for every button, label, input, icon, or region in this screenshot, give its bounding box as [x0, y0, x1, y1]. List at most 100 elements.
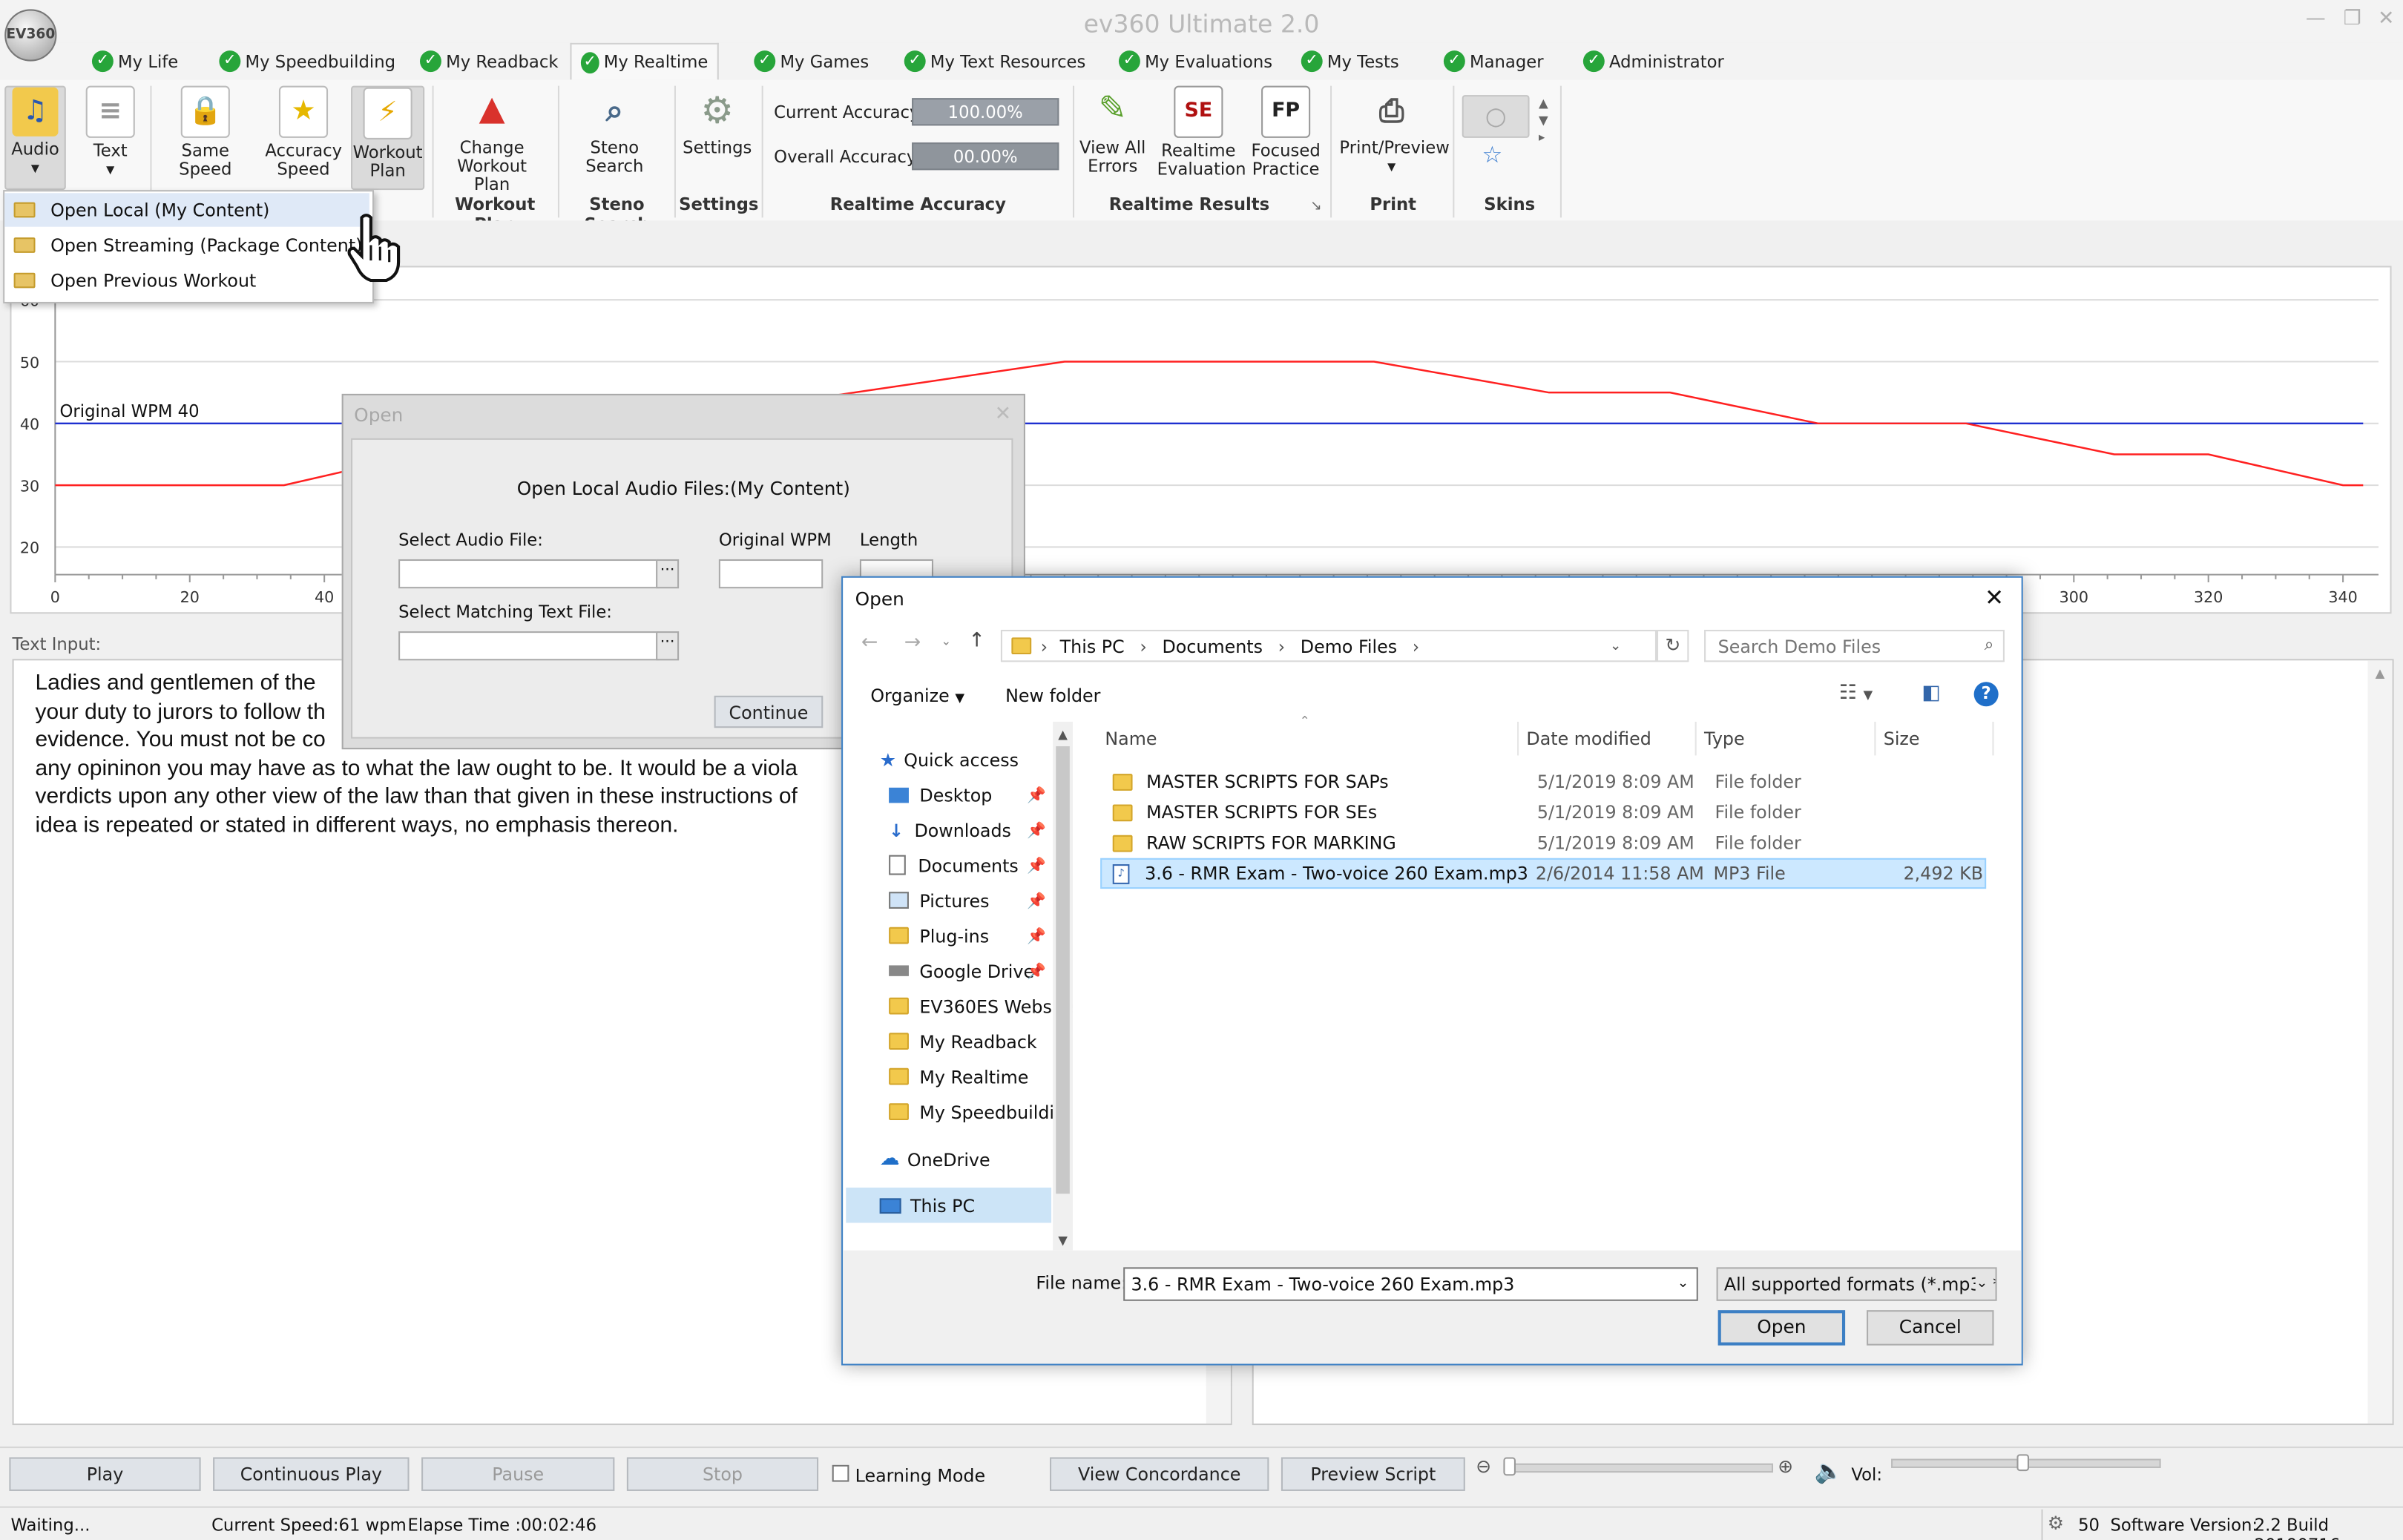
tab-manager[interactable]: ✓ Manager: [1443, 45, 1544, 78]
file-name-input[interactable]: 3.6 - RMR Exam - Two-voice 260 Exam.mp3 …: [1123, 1267, 1698, 1301]
address-bar[interactable]: › This PC › Documents › Demo Files › ⌄: [1000, 630, 1657, 662]
breadcrumb-documents[interactable]: Documents: [1163, 635, 1263, 657]
preview-script-button[interactable]: Preview Script: [1281, 1457, 1465, 1491]
pause-button[interactable]: Pause: [421, 1457, 615, 1491]
dialog-close-button[interactable]: ✕: [995, 403, 1012, 426]
tab-my-tests[interactable]: ✓ My Tests: [1301, 45, 1399, 78]
nav-ev360es-website[interactable]: EV360ES Website: [889, 988, 1073, 1024]
file-row[interactable]: MASTER SCRIPTS FOR SEs 5/1/2019 8:09 AM …: [1100, 797, 1986, 827]
column-size[interactable]: Size: [1884, 728, 1920, 749]
column-divider[interactable]: [1694, 721, 1697, 756]
dialog-launcher-icon[interactable]: ↘: [1310, 200, 1322, 215]
cancel-button[interactable]: Cancel: [1867, 1310, 1994, 1346]
address-dropdown-icon[interactable]: ⌄: [1610, 638, 1622, 654]
nav-onedrive[interactable]: ☁ OneDrive: [880, 1142, 990, 1177]
focused-practice-button[interactable]: FP Focused Practice: [1247, 85, 1324, 180]
column-divider[interactable]: [1517, 721, 1519, 756]
open-button[interactable]: Open: [1717, 1310, 1846, 1346]
output-scrollbar[interactable]: ▲: [2367, 660, 2393, 1424]
nav-scroll-thumb[interactable]: [1056, 746, 1070, 1194]
column-date[interactable]: Date modified: [1526, 728, 1651, 749]
forward-arrow-icon[interactable]: →: [904, 631, 921, 654]
continuous-play-button[interactable]: Continuous Play: [213, 1457, 410, 1491]
speed-slider-track[interactable]: [1503, 1463, 1774, 1473]
nav-scrollbar[interactable]: ▲ ▼: [1053, 721, 1073, 1251]
speaker-icon[interactable]: 🔈: [1815, 1457, 1844, 1484]
tab-my-readback[interactable]: ✓ My Readback: [420, 45, 558, 78]
app-logo[interactable]: EV360: [4, 9, 57, 62]
menu-item-open-local[interactable]: Open Local (My Content): [4, 193, 369, 227]
breadcrumb-demo-files[interactable]: Demo Files: [1301, 635, 1397, 657]
menu-item-open-streaming[interactable]: Open Streaming (Package Content): [4, 228, 369, 262]
tab-my-life[interactable]: ✓ My Life: [91, 45, 178, 78]
new-folder-button[interactable]: New folder: [1005, 685, 1100, 706]
search-input[interactable]: [1715, 634, 1974, 659]
search-box[interactable]: ⌕: [1704, 630, 2005, 662]
accuracy-speed-button[interactable]: ★ Accuracy Speed: [265, 85, 342, 180]
change-workout-plan-button[interactable]: ▲ Change Workout Plan: [440, 86, 544, 195]
browse-audio-button[interactable]: ···: [656, 559, 680, 589]
nav-my-readback[interactable]: My Readback: [889, 1024, 1037, 1059]
stop-button[interactable]: Stop: [626, 1457, 819, 1491]
nav-documents[interactable]: Documents: [889, 847, 1019, 883]
breadcrumb-this-pc[interactable]: This PC: [1060, 635, 1125, 657]
browse-text-button[interactable]: ···: [656, 631, 680, 661]
settings-button[interactable]: ⚙ Settings: [682, 86, 752, 158]
text-button[interactable]: ≡ Text ▼: [79, 85, 141, 180]
original-wpm-input[interactable]: [718, 559, 824, 589]
view-options-icon[interactable]: ☷ ▼: [1839, 682, 1873, 705]
workout-plan-button[interactable]: ⚡ Workout Plan: [351, 85, 425, 191]
refresh-icon[interactable]: ↻: [1657, 630, 1689, 662]
file-row[interactable]: MASTER SCRIPTS FOR SAPs 5/1/2019 8:09 AM…: [1100, 766, 1986, 797]
minimize-button[interactable]: —: [2304, 8, 2328, 30]
nav-quick-access[interactable]: ★ Quick access: [880, 742, 1019, 777]
tab-my-evaluations[interactable]: ✓ My Evaluations: [1118, 45, 1272, 78]
view-concordance-button[interactable]: View Concordance: [1050, 1457, 1269, 1491]
learning-mode-checkbox[interactable]: [832, 1464, 849, 1482]
volume-slider-thumb[interactable]: [2016, 1454, 2029, 1472]
file-row-selected[interactable]: ♪ 3.6 - RMR Exam - Two-voice 260 Exam.mp…: [1100, 858, 1987, 889]
nav-my-speedbuilding[interactable]: My Speedbuildin: [889, 1094, 1065, 1130]
tab-my-realtime[interactable]: ✓ My Realtime: [570, 42, 719, 80]
speed-slider-thumb[interactable]: [1503, 1457, 1516, 1476]
back-arrow-icon[interactable]: ←: [861, 631, 878, 654]
audio-button[interactable]: ♫ Audio ▼: [4, 85, 66, 191]
file-row[interactable]: RAW SCRIPTS FOR MARKING 5/1/2019 8:09 AM…: [1100, 827, 1986, 858]
play-button[interactable]: Play: [9, 1457, 201, 1491]
column-name[interactable]: Name: [1105, 728, 1157, 749]
help-icon[interactable]: ?: [1973, 682, 1999, 707]
scroll-up-icon[interactable]: ▲: [1053, 728, 1073, 742]
file-type-select[interactable]: All supported formats (*.mp3; * ⌄: [1716, 1267, 1997, 1301]
nav-plug-ins[interactable]: Plug-ins: [889, 918, 989, 953]
nav-google-drive[interactable]: Google Drive: [889, 953, 1034, 989]
nav-this-pc[interactable]: This PC: [846, 1187, 1052, 1223]
column-divider[interactable]: [1874, 721, 1876, 756]
view-all-errors-button[interactable]: ✎ View All Errors: [1077, 86, 1148, 177]
organize-button[interactable]: Organize ▼: [870, 685, 964, 706]
realtime-evaluation-button[interactable]: SE Realtime Evaluation: [1157, 85, 1246, 180]
steno-search-button[interactable]: ⌕ Steno Search: [572, 86, 658, 177]
zoom-in-icon[interactable]: ⊕: [1778, 1455, 1793, 1477]
preview-pane-icon[interactable]: ◧: [1922, 682, 1940, 705]
tab-administrator[interactable]: ✓ Administrator: [1582, 45, 1724, 78]
same-speed-button[interactable]: 🔒 Same Speed: [158, 85, 253, 180]
nav-desktop[interactable]: Desktop: [889, 777, 992, 812]
nav-pictures[interactable]: Pictures: [889, 883, 990, 918]
scroll-down-icon[interactable]: ▼: [1053, 1234, 1073, 1248]
tab-my-speedbuilding[interactable]: ✓ My Speedbuilding: [219, 45, 395, 78]
column-divider[interactable]: [1992, 721, 1994, 756]
nav-my-realtime[interactable]: My Realtime: [889, 1059, 1028, 1094]
continue-button[interactable]: Continue: [714, 695, 824, 728]
tab-my-text-resources[interactable]: ✓ My Text Resources: [904, 45, 1085, 78]
skin-star-icon[interactable]: ☆: [1482, 141, 1503, 168]
zoom-out-icon[interactable]: ⊖: [1476, 1455, 1491, 1477]
column-type[interactable]: Type: [1704, 728, 1745, 749]
nav-downloads[interactable]: ↓ Downloads: [889, 812, 1011, 848]
chevron-down-icon[interactable]: ⌄: [1677, 1268, 1689, 1299]
restore-button[interactable]: ❐: [2340, 8, 2364, 30]
skins-scroll-icon[interactable]: ▲ ▼ ▸: [1539, 95, 1548, 145]
select-audio-input[interactable]: [398, 559, 660, 589]
tab-my-games[interactable]: ✓ My Games: [754, 45, 869, 78]
print-preview-button[interactable]: ⎙ Print/Preview ▼: [1339, 86, 1449, 177]
select-text-input[interactable]: [398, 631, 660, 661]
